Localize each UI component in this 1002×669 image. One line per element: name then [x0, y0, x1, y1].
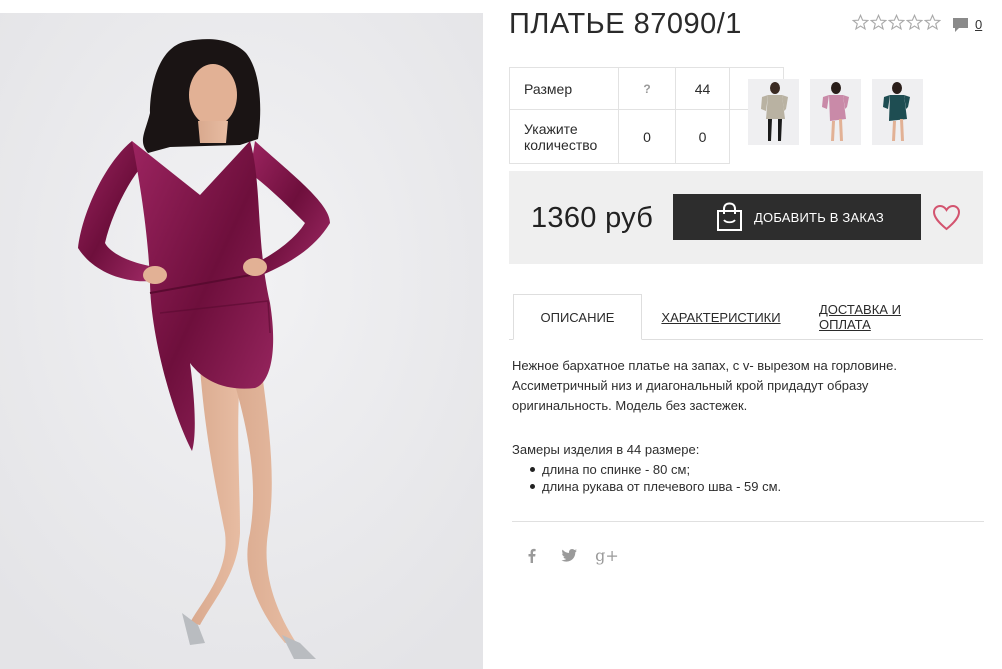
twitter-share[interactable]	[560, 546, 578, 564]
rating-stars[interactable]	[852, 14, 941, 31]
googleplus-icon: g+	[595, 545, 619, 565]
quantity-label: Укажите количество	[509, 109, 619, 164]
product-main-image[interactable]	[0, 13, 483, 669]
color-variant-thumb-pink[interactable]	[810, 79, 861, 145]
star-icon[interactable]	[852, 14, 869, 31]
list-item: длина рукава от плечевого шва - 59 см.	[530, 478, 781, 495]
star-icon[interactable]	[870, 14, 887, 31]
facebook-icon	[528, 548, 536, 563]
heart-icon[interactable]	[932, 204, 961, 231]
measurements-list: длина по спинке - 80 см; длина рукава от…	[530, 461, 781, 495]
star-icon[interactable]	[888, 14, 905, 31]
comments-count[interactable]: 0	[975, 17, 982, 32]
description-line: оригинальность. Модель без застежек.	[512, 398, 748, 413]
measurements-heading: Замеры изделия в 44 размере:	[512, 442, 700, 457]
color-variant-thumb-beige[interactable]	[748, 79, 799, 145]
size-option[interactable]: 44	[675, 67, 730, 110]
product-title: ПЛАТЬЕ 87090/1	[509, 8, 742, 40]
facebook-share[interactable]	[526, 546, 538, 564]
divider	[512, 521, 984, 522]
purchase-panel: 1360 руб ДОБАВИТЬ В ЗАКАЗ	[509, 171, 983, 264]
size-label: Размер	[509, 67, 619, 110]
color-variant-thumb-teal[interactable]	[872, 79, 923, 145]
tab-delivery-payment[interactable]: ДОСТАВКА И ОПЛАТА	[819, 294, 954, 340]
star-icon[interactable]	[924, 14, 941, 31]
shopping-bag-icon	[717, 202, 742, 231]
product-tabs: ОПИСАНИЕ ХАРАКТЕРИСТИКИ ДОСТАВКА И ОПЛАТ…	[509, 294, 983, 340]
description-line: Нежное бархатное платье на запах, с v- в…	[512, 358, 897, 373]
quantity-input[interactable]: 0	[675, 109, 730, 164]
quantity-input[interactable]: 0	[618, 109, 676, 164]
tab-characteristics[interactable]: ХАРАКТЕРИСТИКИ	[661, 294, 781, 340]
size-help-icon[interactable]: ?	[618, 67, 676, 110]
product-description: Нежное бархатное платье на запах, с v- в…	[512, 356, 952, 416]
quantity-label-line1: Укажите	[524, 120, 578, 137]
quantity-label-line2: количество	[524, 136, 598, 153]
list-item: длина по спинке - 80 см;	[530, 461, 781, 478]
add-to-order-label: ДОБАВИТЬ В ЗАКАЗ	[754, 209, 884, 225]
size-table: Размер ? 44 46 Укажите количество 0 0	[509, 67, 784, 164]
googleplus-share[interactable]: g+	[595, 545, 619, 565]
tab-description[interactable]: ОПИСАНИЕ	[513, 294, 642, 340]
star-icon[interactable]	[906, 14, 923, 31]
comment-icon[interactable]	[952, 17, 969, 33]
add-to-order-button[interactable]: ДОБАВИТЬ В ЗАКАЗ	[673, 194, 921, 240]
twitter-icon	[561, 548, 577, 562]
description-line: Ассиметричный низ и диагональный крой пр…	[512, 378, 869, 393]
price: 1360 руб	[531, 202, 654, 234]
